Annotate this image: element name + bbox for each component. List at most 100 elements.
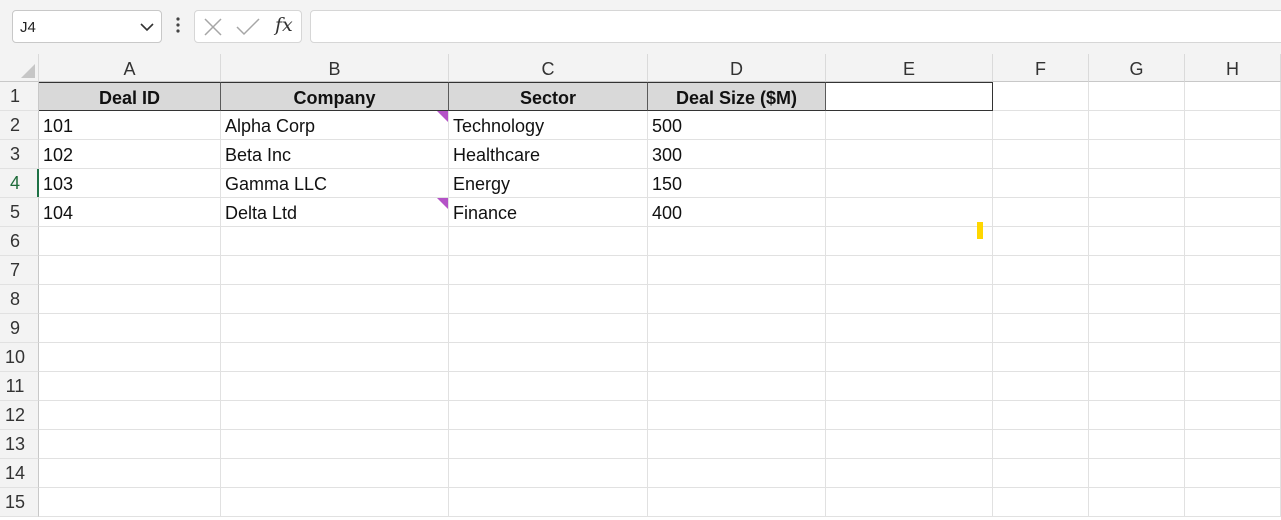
cell-h9[interactable]: [1185, 314, 1281, 343]
comment-indicator-b2[interactable]: [437, 111, 448, 122]
cell-c6[interactable]: [449, 227, 648, 256]
cell-g7[interactable]: [1089, 256, 1185, 285]
cell-d1[interactable]: Deal Size ($M): [648, 82, 826, 111]
row-header-7[interactable]: 7: [0, 256, 39, 285]
cell-e10[interactable]: [826, 343, 993, 372]
cell-e11[interactable]: [826, 372, 993, 401]
cell-a9[interactable]: [39, 314, 221, 343]
cell-g1[interactable]: [1089, 82, 1185, 111]
cell-h14[interactable]: [1185, 459, 1281, 488]
cell-h3[interactable]: [1185, 140, 1281, 169]
cell-h1[interactable]: [1185, 82, 1281, 111]
cell-c9[interactable]: [449, 314, 648, 343]
cell-h6[interactable]: [1185, 227, 1281, 256]
cell-f1[interactable]: [993, 82, 1089, 111]
cell-b9[interactable]: [221, 314, 449, 343]
cell-c5[interactable]: Finance: [449, 198, 648, 227]
cell-f3[interactable]: [993, 140, 1089, 169]
cell-f11[interactable]: [993, 372, 1089, 401]
cell-a3[interactable]: 102: [39, 140, 221, 169]
cell-e1[interactable]: [826, 82, 993, 111]
cell-d12[interactable]: [648, 401, 826, 430]
cell-g9[interactable]: [1089, 314, 1185, 343]
cell-e13[interactable]: [826, 430, 993, 459]
cell-b11[interactable]: [221, 372, 449, 401]
cell-e2[interactable]: [826, 111, 993, 140]
row-header-5[interactable]: 5: [0, 198, 39, 227]
cell-e5[interactable]: [826, 198, 993, 227]
cell-e15[interactable]: [826, 488, 993, 517]
cell-c15[interactable]: [449, 488, 648, 517]
cell-a13[interactable]: [39, 430, 221, 459]
cell-f13[interactable]: [993, 430, 1089, 459]
cell-d14[interactable]: [648, 459, 826, 488]
row-header-11[interactable]: 11: [0, 372, 39, 401]
name-box[interactable]: J4: [12, 10, 162, 43]
cell-h12[interactable]: [1185, 401, 1281, 430]
cell-d15[interactable]: [648, 488, 826, 517]
cell-g12[interactable]: [1089, 401, 1185, 430]
cell-b12[interactable]: [221, 401, 449, 430]
cell-f5[interactable]: [993, 198, 1089, 227]
column-header-c[interactable]: C: [449, 54, 648, 82]
cell-a7[interactable]: [39, 256, 221, 285]
insert-function-button[interactable]: fx: [275, 14, 293, 36]
column-header-a[interactable]: A: [39, 54, 221, 82]
cell-h2[interactable]: [1185, 111, 1281, 140]
chevron-down-icon[interactable]: [137, 17, 157, 37]
column-header-f[interactable]: F: [993, 54, 1089, 82]
cell-g10[interactable]: [1089, 343, 1185, 372]
row-header-8[interactable]: 8: [0, 285, 39, 314]
cell-b13[interactable]: [221, 430, 449, 459]
column-header-g[interactable]: G: [1089, 54, 1185, 82]
row-header-13[interactable]: 13: [0, 430, 39, 459]
row-header-14[interactable]: 14: [0, 459, 39, 488]
cell-e14[interactable]: [826, 459, 993, 488]
row-header-6[interactable]: 6: [0, 227, 39, 256]
cell-g3[interactable]: [1089, 140, 1185, 169]
cell-g8[interactable]: [1089, 285, 1185, 314]
cell-b6[interactable]: [221, 227, 449, 256]
cell-a1[interactable]: Deal ID: [39, 82, 221, 111]
cell-d6[interactable]: [648, 227, 826, 256]
cell-g11[interactable]: [1089, 372, 1185, 401]
cell-b5[interactable]: Delta Ltd: [221, 198, 449, 227]
cell-g14[interactable]: [1089, 459, 1185, 488]
cell-b1[interactable]: Company: [221, 82, 449, 111]
cell-c13[interactable]: [449, 430, 648, 459]
cell-f15[interactable]: [993, 488, 1089, 517]
cell-f10[interactable]: [993, 343, 1089, 372]
cell-b3[interactable]: Beta Inc: [221, 140, 449, 169]
cell-c11[interactable]: [449, 372, 648, 401]
select-all-button[interactable]: [0, 54, 39, 82]
cell-c14[interactable]: [449, 459, 648, 488]
cell-a10[interactable]: [39, 343, 221, 372]
cell-d5[interactable]: 400: [648, 198, 826, 227]
cell-c8[interactable]: [449, 285, 648, 314]
cell-c12[interactable]: [449, 401, 648, 430]
cell-b2[interactable]: Alpha Corp: [221, 111, 449, 140]
cell-g4[interactable]: [1089, 169, 1185, 198]
cell-e3[interactable]: [826, 140, 993, 169]
cell-g13[interactable]: [1089, 430, 1185, 459]
column-header-e[interactable]: E: [826, 54, 993, 82]
cell-d9[interactable]: [648, 314, 826, 343]
cell-b7[interactable]: [221, 256, 449, 285]
cell-c7[interactable]: [449, 256, 648, 285]
row-header-15[interactable]: 15: [0, 488, 39, 517]
cell-h10[interactable]: [1185, 343, 1281, 372]
cell-d2[interactable]: 500: [648, 111, 826, 140]
cell-d3[interactable]: 300: [648, 140, 826, 169]
formula-input[interactable]: [310, 10, 1281, 43]
cell-a6[interactable]: [39, 227, 221, 256]
cell-f6[interactable]: [993, 227, 1089, 256]
cell-d11[interactable]: [648, 372, 826, 401]
cell-f8[interactable]: [993, 285, 1089, 314]
cell-b10[interactable]: [221, 343, 449, 372]
cell-a12[interactable]: [39, 401, 221, 430]
cell-f4[interactable]: [993, 169, 1089, 198]
row-header-9[interactable]: 9: [0, 314, 39, 343]
cell-h8[interactable]: [1185, 285, 1281, 314]
cell-e9[interactable]: [826, 314, 993, 343]
cell-a15[interactable]: [39, 488, 221, 517]
